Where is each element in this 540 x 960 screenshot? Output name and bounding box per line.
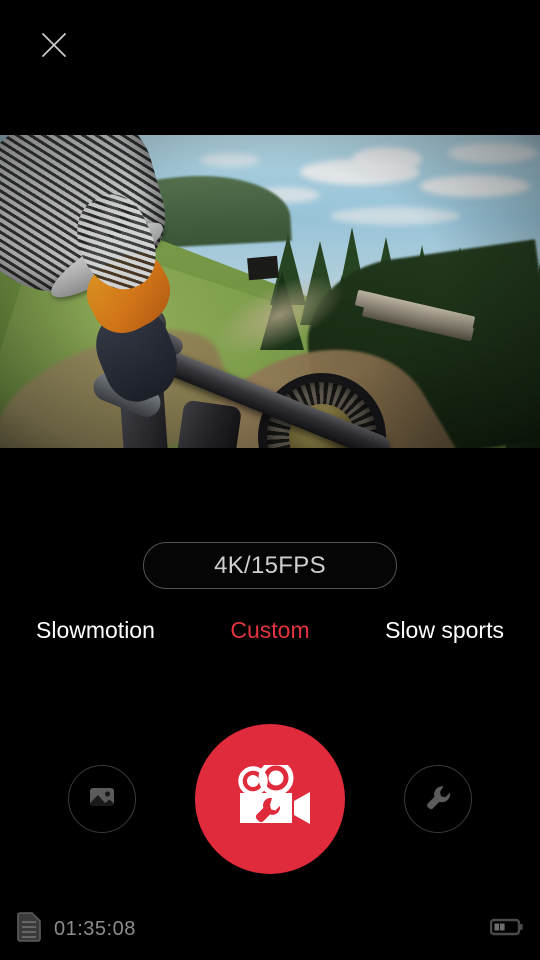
mode-slowmotion[interactable]: Slowmotion [36, 617, 155, 644]
cloud [352, 147, 422, 171]
mode-slow-sports[interactable]: Slow sports [385, 617, 504, 644]
recording-time-remaining: 01:35:08 [54, 917, 136, 940]
trail-sign [247, 255, 279, 281]
preview-scene [0, 135, 540, 448]
controls-panel: 4K/15FPS Slowmotion Custom Slow sports [0, 448, 540, 960]
cloud [200, 153, 260, 167]
camera-preview[interactable] [0, 135, 540, 448]
storage-status: 01:35:08 [16, 911, 136, 947]
record-button[interactable] [195, 724, 345, 874]
storage-card-icon [16, 911, 42, 947]
close-button[interactable] [32, 23, 76, 67]
gallery-button[interactable] [68, 765, 136, 833]
close-x-icon [41, 32, 67, 58]
image-icon [87, 782, 117, 817]
settings-button[interactable] [404, 765, 472, 833]
mode-selector: Slowmotion Custom Slow sports [0, 610, 540, 650]
wrench-icon [424, 783, 452, 816]
resolution-selector[interactable]: 4K/15FPS [143, 542, 397, 589]
video-camera-wrench-icon [228, 760, 312, 834]
resolution-value: 4K/15FPS [214, 551, 326, 579]
status-bar: 01:35:08 [0, 898, 540, 960]
camera-app-screen: 4K/15FPS Slowmotion Custom Slow sports 0… [0, 0, 540, 960]
battery-icon [489, 917, 524, 942]
top-bar [0, 0, 540, 135]
shutter-row [0, 724, 540, 876]
cloud [448, 143, 538, 163]
mode-custom[interactable]: Custom [230, 617, 309, 644]
